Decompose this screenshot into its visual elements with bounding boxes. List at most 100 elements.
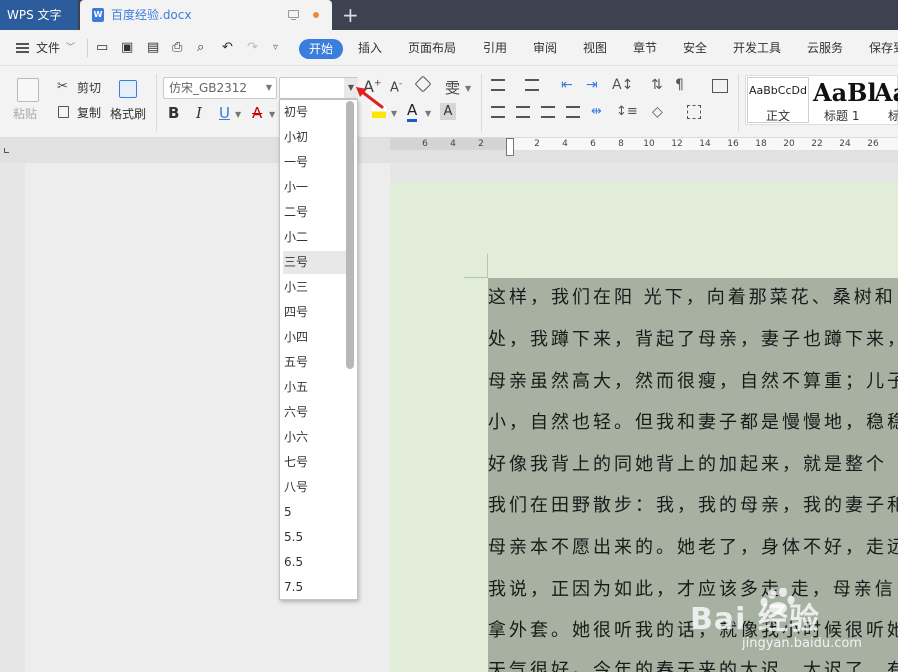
align-right-icon[interactable] (541, 106, 555, 118)
style-heading2-sample[interactable]: Aa (874, 78, 898, 107)
font-size-option[interactable]: 小四 (283, 326, 346, 349)
strikethrough-button[interactable]: A (252, 104, 262, 122)
align-left-icon[interactable] (491, 106, 505, 118)
font-size-option-highlighted[interactable]: 三号 (283, 251, 346, 274)
format-painter-icon[interactable] (119, 80, 137, 98)
document-line[interactable]: 我们在田野散步：我，我的母亲，我的妻子和 (488, 495, 898, 517)
italic-button[interactable]: I (196, 104, 202, 122)
borders-icon[interactable] (687, 105, 701, 119)
bold-button[interactable]: B (168, 104, 179, 122)
font-size-option[interactable]: 小三 (283, 276, 346, 299)
phonetic-icon[interactable]: 雯 (445, 77, 460, 98)
app-tab[interactable]: WPS 文字 (0, 0, 78, 30)
hamburger-menu-icon[interactable] (16, 43, 29, 53)
document-line[interactable]: 这样，我们在阳 光下，向着那菜花、桑树和 (488, 287, 896, 309)
style-heading1-sample[interactable]: AaBl (813, 78, 877, 107)
menu-cloud[interactable]: 云服务 (807, 40, 843, 56)
print-icon[interactable]: ⎙ (172, 40, 182, 56)
fill-color-icon[interactable]: ◇ (652, 104, 663, 120)
font-color-icon[interactable]: A (407, 102, 418, 122)
text-direction-icon[interactable]: A↕ (612, 77, 633, 93)
tab-selector-icon[interactable] (4, 148, 9, 153)
document-line[interactable]: 好像我背上的同她背上的加起来，就是整个 (488, 454, 887, 476)
menu-file[interactable]: 文件 (36, 40, 60, 56)
menu-review[interactable]: 审阅 (533, 40, 557, 56)
menu-home-tab[interactable]: 开始 (299, 39, 343, 59)
font-size-option[interactable]: 6.5 (283, 551, 346, 574)
cut-button[interactable]: 剪切 (77, 81, 101, 95)
copy-button[interactable]: 复制 (77, 106, 101, 120)
document-line[interactable]: 母亲本不愿出来的。她老了，身体不好，走远 (488, 537, 898, 559)
chevron-down-icon[interactable]: ▼ (391, 109, 397, 118)
chevron-down-icon[interactable]: ▼ (235, 106, 241, 124)
font-size-option[interactable]: 六号 (283, 401, 346, 424)
chevron-down-icon[interactable]: ▼ (465, 84, 471, 93)
decrease-indent-icon[interactable]: ⇤ (561, 77, 573, 93)
align-center-icon[interactable] (516, 106, 530, 118)
font-size-option[interactable]: 小五 (283, 376, 346, 399)
chevron-down-icon[interactable]: ▼ (425, 109, 431, 118)
new-tab-button[interactable]: + (342, 3, 359, 27)
numbered-list-icon[interactable] (525, 79, 539, 91)
document-line[interactable]: 母亲虽然高大，然而很瘦，自然不算重；儿子 (488, 371, 898, 393)
monitor-icon[interactable] (288, 10, 299, 20)
font-size-option[interactable]: 小二 (283, 226, 346, 249)
menu-security[interactable]: 安全 (683, 40, 707, 56)
decrease-font-icon[interactable]: A- (390, 79, 402, 95)
chevron-down-icon[interactable]: ▼ (269, 106, 275, 124)
word-doc-icon: W (92, 8, 104, 22)
chevron-down-icon[interactable]: ﹀ (66, 40, 75, 56)
indent-marker-icon[interactable] (506, 138, 514, 156)
menu-view[interactable]: 视图 (583, 40, 607, 56)
paste-button[interactable]: 粘贴 (13, 107, 37, 121)
undo-icon[interactable]: ↶ (222, 40, 233, 56)
menu-references[interactable]: 引用 (483, 40, 507, 56)
font-size-option[interactable]: 二号 (283, 201, 346, 224)
table-border-icon[interactable] (712, 79, 728, 93)
scissors-icon[interactable]: ✂ (57, 79, 68, 94)
document-tab[interactable]: W 百度经验.docx (80, 0, 332, 30)
char-shading-icon[interactable]: A (440, 103, 456, 120)
menu-sections[interactable]: 章节 (633, 40, 657, 56)
dropdown-scrollbar[interactable] (346, 101, 354, 369)
font-size-option[interactable]: 小六 (283, 426, 346, 449)
font-size-option[interactable]: 小初 (283, 126, 346, 149)
font-size-option[interactable]: 5 (283, 501, 346, 524)
redo-icon[interactable]: ↷ (247, 40, 258, 56)
font-name-select[interactable]: 仿宋_GB2312 ▼ (163, 77, 277, 99)
document-line[interactable]: 天气很好。今年的春天来的太迟，太迟了，有 (488, 660, 898, 672)
show-marks-icon[interactable]: ¶ (675, 77, 684, 93)
menu-developer[interactable]: 开发工具 (733, 40, 781, 56)
menu-insert[interactable]: 插入 (358, 40, 382, 56)
print-preview-icon[interactable]: ⌕ (197, 40, 204, 56)
bullet-list-icon[interactable] (491, 79, 505, 91)
font-size-option[interactable]: 四号 (283, 301, 346, 324)
save-icon[interactable]: ▣ (121, 40, 133, 56)
font-size-option[interactable]: 初号 (283, 101, 346, 124)
font-size-option[interactable]: 一号 (283, 151, 346, 174)
font-size-option[interactable]: 5.5 (283, 526, 346, 549)
font-size-option[interactable]: 七号 (283, 451, 346, 474)
ruler-tick: 4 (562, 139, 568, 149)
underline-button[interactable]: U (219, 104, 230, 122)
paste-icon[interactable] (17, 78, 39, 102)
open-folder-icon[interactable]: ▭ (96, 40, 108, 56)
increase-indent-icon[interactable]: ⇥ (586, 77, 598, 93)
document-line[interactable]: 小，自然也轻。但我和妻子都是慢慢地，稳稳 (488, 412, 898, 434)
sort-icon[interactable]: ⇅ (651, 77, 663, 93)
distribute-icon[interactable]: ⇹ (591, 104, 602, 119)
menu-page-layout[interactable]: 页面布局 (408, 40, 456, 56)
font-size-option[interactable]: 7.5 (283, 576, 346, 599)
font-size-option[interactable]: 八号 (283, 476, 346, 499)
line-spacing-icon[interactable]: ↕≡ (616, 104, 638, 119)
export-pdf-icon[interactable]: ▤ (147, 40, 159, 56)
customize-qa-icon[interactable]: ▿ (273, 40, 278, 56)
format-painter-button[interactable]: 格式刷 (110, 107, 146, 121)
copy-icon[interactable] (58, 106, 69, 118)
ruler-tick: 6 (422, 139, 428, 149)
document-line[interactable]: 处，我蹲下来，背起了母亲，妻子也蹲下来， (488, 329, 898, 351)
font-size-option[interactable]: 小一 (283, 176, 346, 199)
font-size-option[interactable]: 五号 (283, 351, 346, 374)
justify-icon[interactable] (566, 106, 580, 118)
menu-save-to[interactable]: 保存到 (869, 40, 898, 56)
